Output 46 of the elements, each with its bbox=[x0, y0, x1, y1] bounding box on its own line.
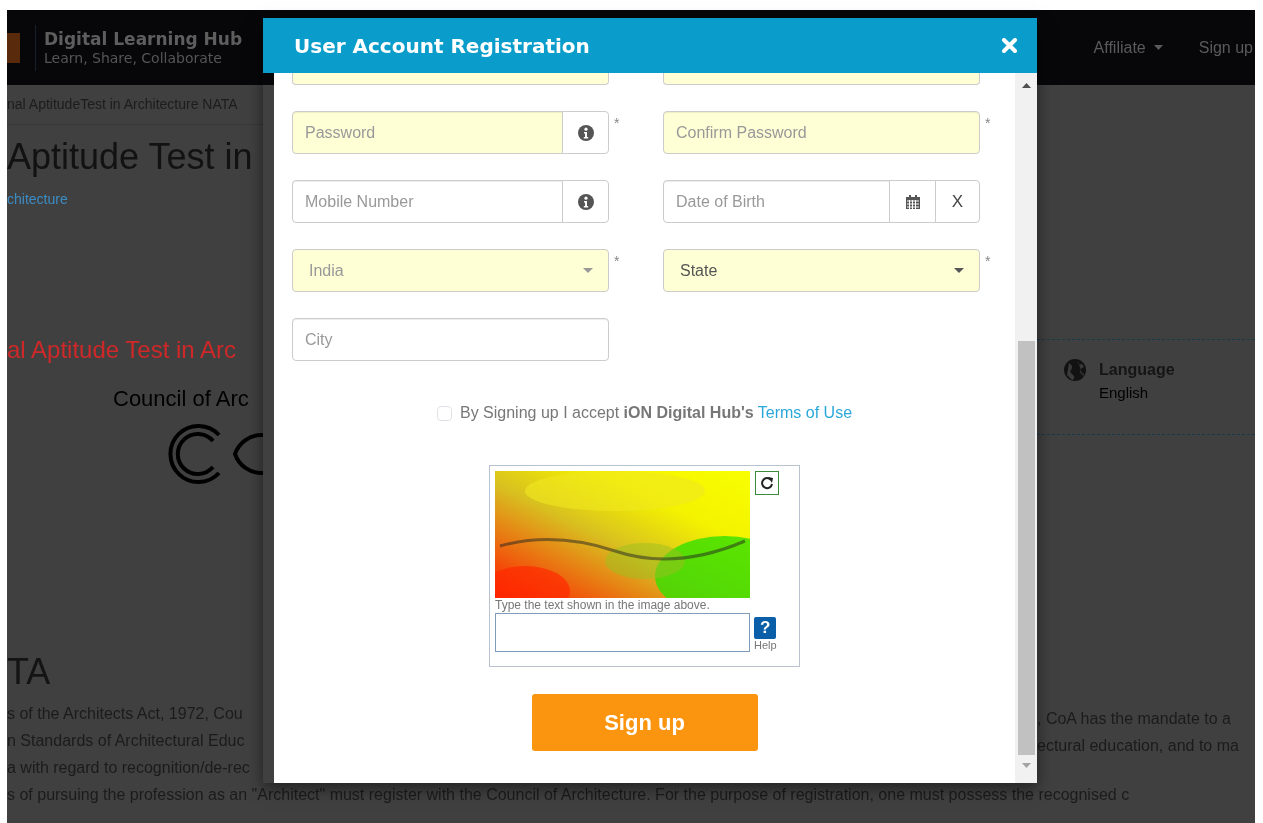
input-field[interactable]: Date of Birth bbox=[663, 180, 890, 223]
required-mark: * bbox=[984, 253, 991, 269]
close-icon[interactable] bbox=[1002, 38, 1017, 53]
nav-link[interactable]: Affiliate bbox=[1093, 35, 1163, 60]
nav-link[interactable]: Sign up bbox=[1198, 35, 1253, 60]
exam-title: al Aptitude Test in Arc bbox=[7, 335, 238, 365]
logo-icon bbox=[7, 32, 20, 63]
caret-icon bbox=[583, 268, 593, 273]
signup-button[interactable]: Sign up bbox=[531, 694, 758, 751]
organization-name: Council of Arc bbox=[112, 385, 250, 413]
captcha-input[interactable] bbox=[495, 613, 750, 652]
input-field[interactable]: Password bbox=[292, 111, 563, 154]
globe-icon bbox=[1063, 358, 1087, 382]
required-mark: * bbox=[613, 115, 620, 131]
input-field[interactable] bbox=[663, 73, 980, 85]
input-field[interactable]: Mobile Number bbox=[292, 180, 563, 223]
help-label: Help bbox=[754, 639, 777, 651]
scroll-up-icon[interactable] bbox=[1021, 83, 1031, 88]
clear-button[interactable]: X bbox=[935, 180, 980, 223]
info-icon bbox=[577, 124, 594, 141]
calendar-icon bbox=[904, 193, 921, 210]
brand-title: Digital Learning Hub bbox=[44, 28, 243, 49]
refresh-icon bbox=[760, 476, 774, 490]
terms-checkbox[interactable] bbox=[436, 405, 452, 421]
scroll-down-icon[interactable] bbox=[1021, 763, 1031, 768]
terms-text: By Signing up I accept iON Digital Hub's Terms of Use bbox=[459, 403, 853, 423]
input-field[interactable] bbox=[292, 73, 609, 85]
required-mark: * bbox=[984, 115, 991, 131]
input-field[interactable]: City bbox=[292, 318, 609, 361]
terms-link[interactable]: Terms of Use bbox=[757, 404, 853, 421]
caret-icon bbox=[954, 268, 964, 273]
scrollbar-thumb[interactable] bbox=[1017, 341, 1035, 755]
calendar-button[interactable] bbox=[889, 180, 936, 223]
required-mark: * bbox=[613, 253, 620, 269]
refresh-button[interactable] bbox=[755, 471, 779, 495]
category-link[interactable]: chitecture bbox=[7, 191, 68, 207]
info-icon bbox=[577, 193, 594, 210]
brand-tagline: Learn, Share, Collaborate bbox=[44, 49, 223, 67]
select-dropdown[interactable]: State bbox=[663, 249, 980, 292]
help-button[interactable]: ? bbox=[754, 617, 777, 639]
dialog-title: User Account Registration bbox=[294, 32, 590, 60]
scrollbar[interactable] bbox=[1015, 73, 1037, 783]
captcha-instruction: Type the text shown in the image above. bbox=[495, 598, 711, 613]
language-value: English bbox=[1099, 383, 1150, 403]
caret-icon bbox=[1153, 45, 1163, 50]
input-field[interactable]: Confirm Password bbox=[663, 111, 980, 154]
